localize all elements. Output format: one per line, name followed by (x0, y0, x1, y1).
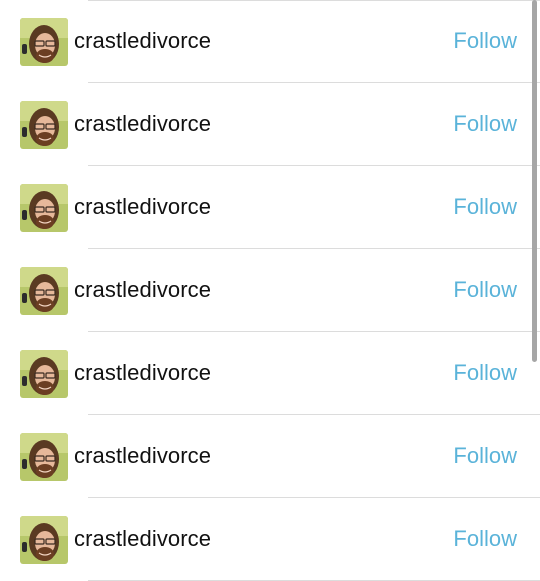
user-avatar-icon (20, 433, 68, 481)
avatar[interactable] (20, 101, 68, 149)
user-avatar-icon (20, 101, 68, 149)
list-item[interactable]: crastledivorce Follow (0, 415, 540, 498)
avatar[interactable] (20, 433, 68, 481)
list-item[interactable]: crastledivorce Follow (0, 332, 540, 415)
username[interactable]: crastledivorce (74, 111, 211, 137)
avatar[interactable] (20, 516, 68, 564)
username[interactable]: crastledivorce (74, 360, 211, 386)
follow-button[interactable]: Follow (453, 277, 517, 303)
scrollbar[interactable] (532, 0, 537, 362)
list-item[interactable]: crastledivorce Follow (0, 83, 540, 166)
follow-button[interactable]: Follow (453, 28, 517, 54)
username[interactable]: crastledivorce (74, 277, 211, 303)
username[interactable]: crastledivorce (74, 443, 211, 469)
user-avatar-icon (20, 18, 68, 66)
user-list: crastledivorce Follow crastledivorce Fol… (0, 0, 540, 581)
username[interactable]: crastledivorce (74, 526, 211, 552)
username[interactable]: crastledivorce (74, 194, 211, 220)
avatar[interactable] (20, 350, 68, 398)
user-avatar-icon (20, 350, 68, 398)
avatar[interactable] (20, 18, 68, 66)
avatar[interactable] (20, 184, 68, 232)
follow-button[interactable]: Follow (453, 111, 517, 137)
follow-button[interactable]: Follow (453, 526, 517, 552)
user-avatar-icon (20, 267, 68, 315)
list-item[interactable]: crastledivorce Follow (0, 166, 540, 249)
avatar[interactable] (20, 267, 68, 315)
list-item[interactable]: crastledivorce Follow (0, 249, 540, 332)
follow-button[interactable]: Follow (453, 194, 517, 220)
follow-button[interactable]: Follow (453, 443, 517, 469)
username[interactable]: crastledivorce (74, 28, 211, 54)
list-item[interactable]: crastledivorce Follow (0, 0, 540, 83)
follow-button[interactable]: Follow (453, 360, 517, 386)
user-avatar-icon (20, 516, 68, 564)
user-avatar-icon (20, 184, 68, 232)
list-item[interactable]: crastledivorce Follow (0, 498, 540, 581)
